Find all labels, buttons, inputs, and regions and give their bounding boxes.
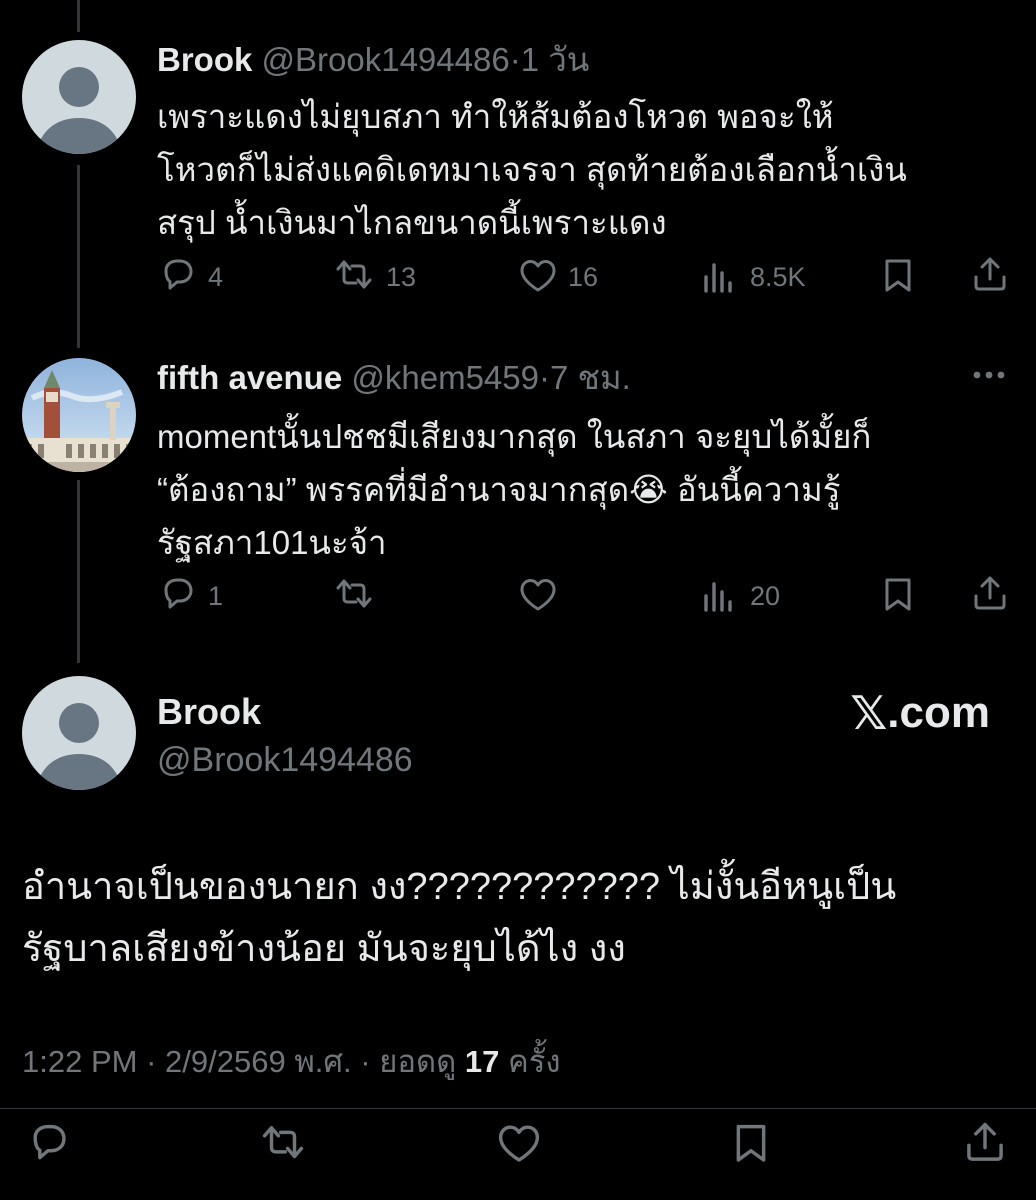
view-count: 8.5K [750,261,806,292]
reply-button[interactable]: 4 [158,257,223,297]
tweet-text-line: อำนาจเป็นของนายก งง???????????? ไม่งั้นอ… [22,866,897,908]
reply-icon [164,578,193,609]
more-icon [973,371,1005,379]
reply-icon [33,1124,66,1160]
like-button[interactable] [496,1122,542,1168]
views-suffix: ครั้ง [508,1044,561,1079]
x-logo-icon: 𝕏 [850,686,888,740]
display-name[interactable]: Brook [157,41,252,78]
post-time[interactable]: 1:22 PM [22,1044,137,1079]
tweet-text-line: “ต้องถาม” พรรคที่มีอำนาจมากสุด😭 อันนี้คว… [157,471,841,508]
tweet-text: momentนั้นปชชมีเสียงมากสุด ในสภา จะยุบได… [157,410,1017,569]
handle[interactable]: @khem5459 [351,359,539,396]
share-icon [974,257,1006,291]
separator: · [146,1044,157,1079]
heart-icon [498,1125,540,1162]
tweet-text-line: รัฐบาลเสียงข้างน้อย มันจะยุบได้ไง งง [22,928,626,970]
reply-button[interactable]: 1 [158,576,223,616]
share-button[interactable] [970,574,1010,614]
tweet-text-line: momentนั้นปชชมีเสียงมากสุด ในสภา จะยุบได… [157,418,872,455]
share-icon [967,1122,1003,1161]
bookmark-button[interactable] [728,1122,774,1168]
like-button[interactable]: 16 [518,257,598,297]
tweet-header: Brook @Brook1494486·1 วัน [157,40,589,80]
views-button[interactable]: 20 [700,576,780,616]
thread-line-middle [77,165,80,348]
thread-line-top [77,0,80,32]
repost-icon [336,579,372,608]
separator: · [360,1044,371,1079]
views-label: ยอดดู [379,1044,457,1079]
x-com-watermark: 𝕏 .com [850,688,990,738]
bookmark-button[interactable] [878,257,918,297]
reply-button[interactable] [26,1122,72,1168]
bookmark-icon [885,259,911,292]
tweet-text: อำนาจเป็นของนายก งง???????????? ไม่งั้นอ… [22,856,1012,980]
separator: · [509,41,521,78]
reply-count: 1 [208,580,224,611]
brand-text: .com [887,688,990,737]
avatar[interactable] [22,676,136,790]
default-avatar-icon [22,676,136,790]
views-icon [704,582,732,612]
view-count: 20 [750,580,781,611]
default-avatar-icon [22,40,136,154]
thread-line-bottom [77,480,80,663]
separator: · [538,359,550,396]
repost-icon [262,1126,304,1159]
post-date[interactable]: 2/9/2569 พ.ศ. [165,1044,352,1079]
divider [0,1108,1036,1109]
tweet-text: เพราะแดงไม่ยุบสภา ทำให้ส้มต้องโหวต พอจะใ… [157,90,1017,249]
handle[interactable]: @Brook1494486 [262,41,510,78]
share-icon [974,576,1006,610]
repost-count: 13 [386,261,417,292]
venice-photo-avatar [22,358,136,472]
reply-icon [164,259,193,290]
repost-button[interactable] [332,576,386,616]
bookmark-button[interactable] [878,576,918,616]
repost-icon [336,260,372,289]
views-count: 17 [464,1044,500,1079]
tweet-text-line: โหวตก็ไม่ส่งแคดิเดทมาเจรจา สุดท้ายต้องเล… [157,151,907,188]
heart-icon [520,579,556,611]
views-button[interactable]: 8.5K [700,257,806,297]
tweet-text-line: สรุป น้ำเงินมาไกลขนาดนี้เพราะแดง [157,204,667,241]
handle[interactable]: @Brook1494486 [157,738,413,782]
tweet-header: fifth avenue @khem5459·7 ชม. [157,358,631,398]
reply-count: 4 [208,261,224,292]
display-name[interactable]: Brook [157,690,261,734]
repost-button[interactable]: 13 [332,257,416,297]
share-button[interactable] [970,255,1010,295]
like-count: 16 [568,261,599,292]
display-name[interactable]: fifth avenue [157,359,342,396]
tweet-text-line: รัฐสภา101นะจ้า [157,524,387,561]
bookmark-icon [885,578,911,611]
post-metadata: 1:22 PM · 2/9/2569 พ.ศ. · ยอดดู 17 ครั้ง [22,1040,561,1084]
share-button[interactable] [962,1120,1008,1166]
timestamp[interactable]: 1 วัน [521,41,590,78]
like-button[interactable] [518,576,568,616]
more-options-button[interactable] [970,360,1008,395]
repost-button[interactable] [258,1122,308,1168]
tweet-text-line: เพราะแดงไม่ยุบสภา ทำให้ส้มต้องโหวต พอจะใ… [157,98,834,135]
heart-icon [520,260,556,292]
avatar[interactable] [22,40,136,154]
views-icon [704,263,732,293]
avatar[interactable] [22,358,136,472]
bookmark-icon [736,1124,766,1162]
timestamp[interactable]: 7 ชม. [550,359,631,396]
